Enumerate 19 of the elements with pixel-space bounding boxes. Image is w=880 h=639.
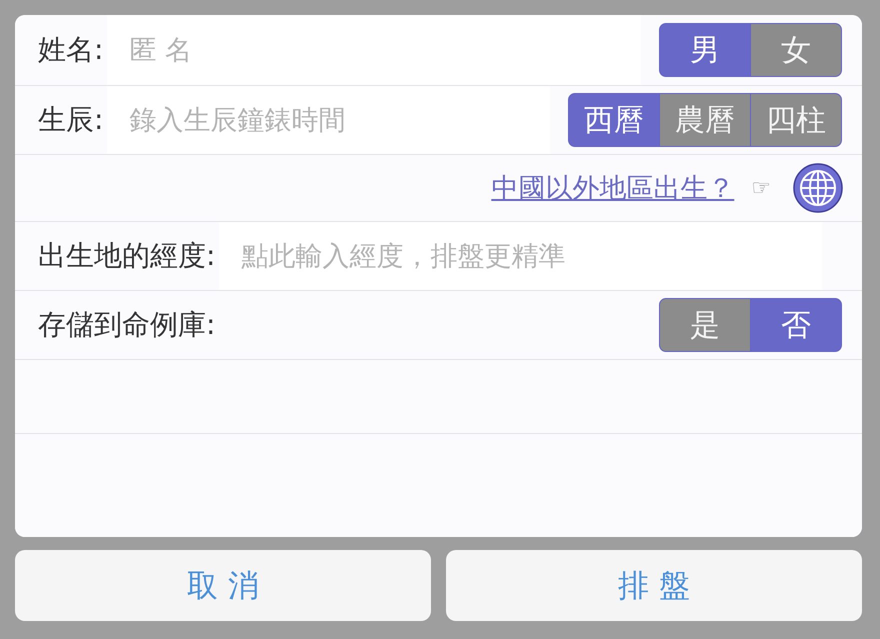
cancel-button[interactable]: 取 消 <box>15 550 431 621</box>
segment-button[interactable]: 女 <box>751 24 841 76</box>
pointing-hand-icon: ☞ <box>751 176 771 200</box>
field-label: 存儲到命例庫: <box>38 307 216 343</box>
field-label: 姓名: <box>38 32 104 68</box>
globe-icon[interactable] <box>793 163 843 213</box>
confirm-button[interactable]: 排 盤 <box>446 550 862 621</box>
input-field[interactable]: 匿 名 <box>107 15 641 85</box>
segment-button[interactable]: 農曆 <box>660 94 750 146</box>
segmented-control[interactable]: 男 女 <box>659 23 842 77</box>
field-label: 出生地的經度: <box>38 238 216 274</box>
input-field[interactable]: 錄入生辰鐘錶時間 <box>107 86 550 154</box>
segmented-control[interactable]: 西曆 農曆 四柱 <box>568 93 842 147</box>
overseas-birth-link[interactable]: 中國以外地區出生？ <box>491 170 734 206</box>
segment-button[interactable]: 四柱 <box>751 94 841 146</box>
segmented-control[interactable]: 是 否 <box>659 298 842 352</box>
input-field[interactable]: 點此輸入經度，排盤更精準 <box>219 222 822 290</box>
field-label: 生辰: <box>38 102 104 138</box>
segment-button[interactable]: 是 <box>660 299 750 351</box>
